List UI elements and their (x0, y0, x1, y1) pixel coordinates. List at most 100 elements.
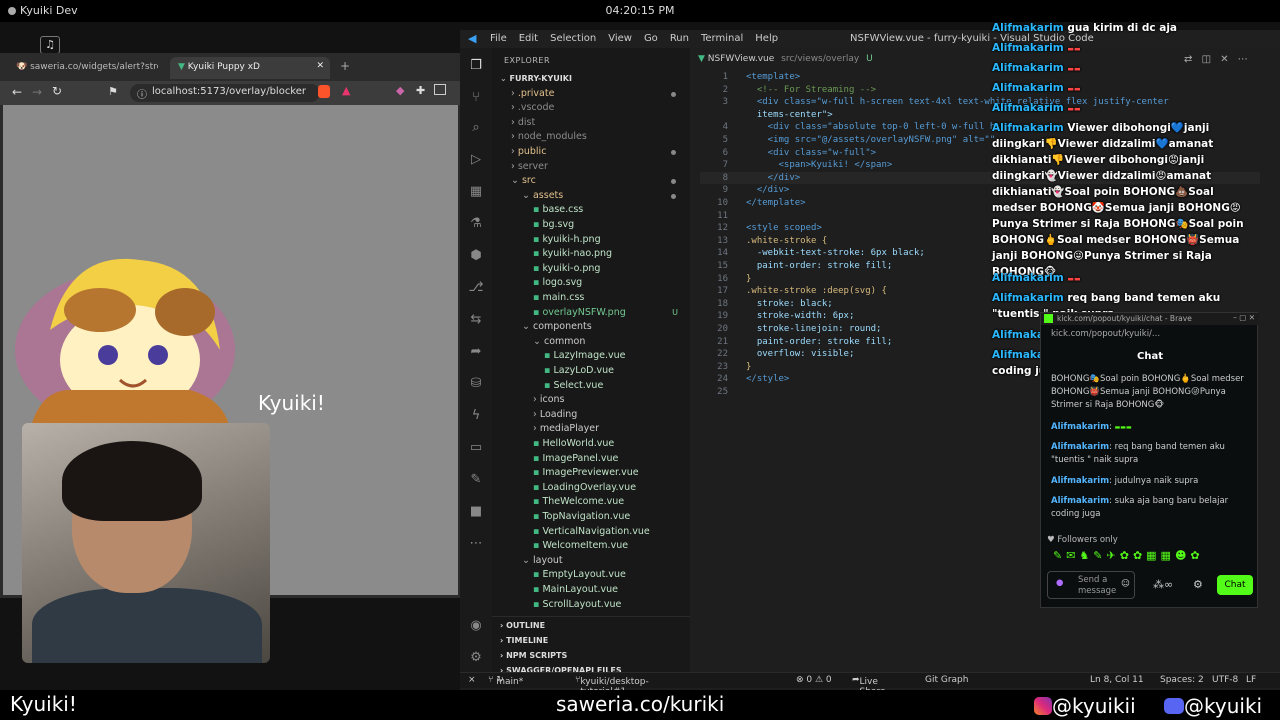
search-icon[interactable]: ⌕ (468, 120, 484, 136)
tree-folder[interactable]: ⌄ assets (492, 189, 690, 204)
status-gitgraph[interactable]: Git Graph (925, 675, 968, 685)
window-controls[interactable]: – ▢ ✕ (1233, 313, 1255, 322)
status-spaces[interactable]: Spaces: 2 (1160, 675, 1204, 685)
tree-file[interactable]: ▪ logo.svg (492, 276, 690, 291)
emoji-icon[interactable]: ☺ (1121, 579, 1130, 589)
editor-tab[interactable]: ▼ NSFWView.vue src/views/overlay U (698, 54, 873, 64)
source-control-icon[interactable]: ⑂ (468, 90, 484, 106)
tree-folder[interactable]: › .vscode (492, 101, 690, 116)
status-encoding[interactable]: UTF-8 (1212, 675, 1238, 685)
kick-chat-button[interactable]: Chat (1217, 575, 1253, 595)
forward-icon[interactable]: → (32, 85, 42, 99)
brave-shield-icon[interactable] (318, 85, 330, 98)
menu-edit[interactable]: Edit (519, 33, 538, 44)
more-icon[interactable]: ⋯ (468, 536, 484, 552)
minecraft-icon[interactable]: ■ (468, 504, 484, 520)
tree-folder[interactable]: › node_modules (492, 130, 690, 145)
status-position[interactable]: Ln 8, Col 11 (1090, 675, 1144, 685)
extensions-icon[interactable]: ▦ (468, 184, 484, 200)
panel-outline[interactable]: › OUTLINE (492, 619, 690, 634)
tree-folder[interactable]: › dist (492, 116, 690, 131)
tree-root[interactable]: ⌄ FURRY-KYUIKI (492, 72, 690, 87)
tree-file[interactable]: ▪ kyuiki-nao.png (492, 247, 690, 262)
tree-file[interactable]: ▪ EmptyLayout.vue (492, 568, 690, 583)
tree-folder[interactable]: › public (492, 145, 690, 160)
explorer-icon[interactable]: ❐ (468, 58, 484, 74)
database-icon[interactable]: ⛁ (468, 376, 484, 392)
status-liveshare[interactable]: ➦ Live Share (852, 675, 886, 697)
tree-folder[interactable]: ⌄ components (492, 320, 690, 335)
menu-file[interactable]: File (490, 33, 507, 44)
activities-icon[interactable] (8, 7, 16, 15)
kick-extras-icon[interactable]: ⁂∞ (1153, 578, 1173, 591)
tree-file[interactable]: ▪ ImagePanel.vue (492, 452, 690, 467)
kick-settings-icon[interactable]: ⚙ (1193, 578, 1203, 591)
npm-icon[interactable]: ▭ (468, 440, 484, 456)
tree-file[interactable]: ▪ TopNavigation.vue (492, 510, 690, 525)
tree-folder[interactable]: › mediaPlayer (492, 422, 690, 437)
panel-npm-scripts[interactable]: › NPM SCRIPTS (492, 649, 690, 664)
live-share-icon[interactable]: ➦ (468, 344, 484, 360)
extensions-puzzle-icon[interactable]: ✚ (416, 84, 425, 97)
send-message-input[interactable]: ● Send a message ☺ (1047, 571, 1135, 599)
tree-file[interactable]: ▪ overlayNSFW.png U (492, 306, 690, 321)
panel-timeline[interactable]: › TIMELINE (492, 634, 690, 649)
tree-folder[interactable]: › Loading (492, 408, 690, 423)
tree-file[interactable]: ▪ TheWelcome.vue (492, 495, 690, 510)
docker-icon[interactable]: ⬢ (468, 248, 484, 264)
tree-folder[interactable]: ⌄ src (492, 174, 690, 189)
tree-file[interactable]: ▪ HelloWorld.vue (492, 437, 690, 452)
tree-file[interactable]: ▪ ScrollLayout.vue (492, 598, 690, 613)
brave-rewards-icon[interactable]: ▲ (342, 84, 350, 97)
status-branch[interactable]: ⑂ main* ↻ (488, 675, 523, 687)
clock[interactable]: 04:20:15 PM (605, 4, 674, 17)
tree-folder[interactable]: › .private (492, 87, 690, 102)
new-tab-icon[interactable]: + (340, 59, 350, 73)
tree-file[interactable]: ▪ LazyLoD.vue (492, 364, 690, 379)
tree-file[interactable]: ▪ VerticalNavigation.vue (492, 525, 690, 540)
remote-indicator-icon[interactable]: ⨯ (468, 675, 476, 685)
emote-bar[interactable]: ✎✉♞✎✈✿✿▦▦☻✿ (1053, 549, 1204, 562)
tree-file[interactable]: ▪ main.css (492, 291, 690, 306)
sidebar-toggle-icon[interactable] (434, 84, 446, 95)
git-graph-icon[interactable]: ⎇ (468, 280, 484, 296)
tree-file[interactable]: ▪ Select.vue (492, 379, 690, 394)
tree-folder[interactable]: › icons (492, 393, 690, 408)
browser-tab-saweria[interactable]: 🐶 saweria.co/widgets/alert?streamK (8, 57, 158, 79)
music-icon[interactable]: ♫ (40, 36, 60, 54)
tree-file[interactable]: ▪ MainLayout.vue (492, 583, 690, 598)
tree-file[interactable]: ▪ LoadingOverlay.vue (492, 481, 690, 496)
tree-file[interactable]: ▪ WelcomeItem.vue (492, 539, 690, 554)
tree-file[interactable]: ▪ bg.svg (492, 218, 690, 233)
bookmark-icon[interactable]: ⚑ (108, 85, 118, 98)
run-debug-icon[interactable]: ▷ (468, 152, 484, 168)
testing-icon[interactable]: ⚗ (468, 216, 484, 232)
address-bar[interactable]: ⓘ localhost:5173/overlay/blocker (130, 84, 320, 102)
status-eol[interactable]: LF (1246, 675, 1256, 685)
browser-tab-kyuiki[interactable]: ▼ Kyuiki Puppy xD ✕ (170, 57, 330, 79)
status-pr[interactable]: ⑂ kyuiki/desktop-tutorial#1 needs review… (575, 675, 649, 717)
menu-run[interactable]: Run (670, 33, 689, 44)
tree-folder[interactable]: ⌄ layout (492, 554, 690, 569)
thunder-client-icon[interactable]: ϟ (468, 408, 484, 424)
site-info-icon[interactable]: ⓘ (137, 86, 147, 101)
close-tab-icon[interactable]: ✕ (316, 61, 324, 71)
menu-view[interactable]: View (608, 33, 632, 44)
back-icon[interactable]: ← (12, 85, 22, 99)
account-icon[interactable]: ◉ (468, 618, 484, 634)
reload-icon[interactable]: ↻ (52, 84, 62, 98)
microphone-icon[interactable]: ● (1056, 578, 1063, 588)
extension-icon[interactable]: ◆ (396, 84, 404, 97)
tree-file[interactable]: ▪ base.css (492, 203, 690, 218)
status-problems[interactable]: ⊗ 0 ⚠ 0 (796, 675, 832, 685)
tree-file[interactable]: ▪ ImagePreviewer.vue (492, 466, 690, 481)
tree-file[interactable]: ▪ kyuiki-o.png (492, 262, 690, 277)
remote-explorer-icon[interactable]: ⇆ (468, 312, 484, 328)
menu-terminal[interactable]: Terminal (701, 33, 743, 44)
tree-folder[interactable]: ⌄ common (492, 335, 690, 350)
tools-icon[interactable]: ✎ (468, 472, 484, 488)
menu-selection[interactable]: Selection (550, 33, 596, 44)
settings-gear-icon[interactable]: ⚙ (468, 650, 484, 666)
kick-url-bar[interactable]: kick.com/popout/kyuiki/... (1051, 329, 1251, 339)
menu-go[interactable]: Go (644, 33, 658, 44)
